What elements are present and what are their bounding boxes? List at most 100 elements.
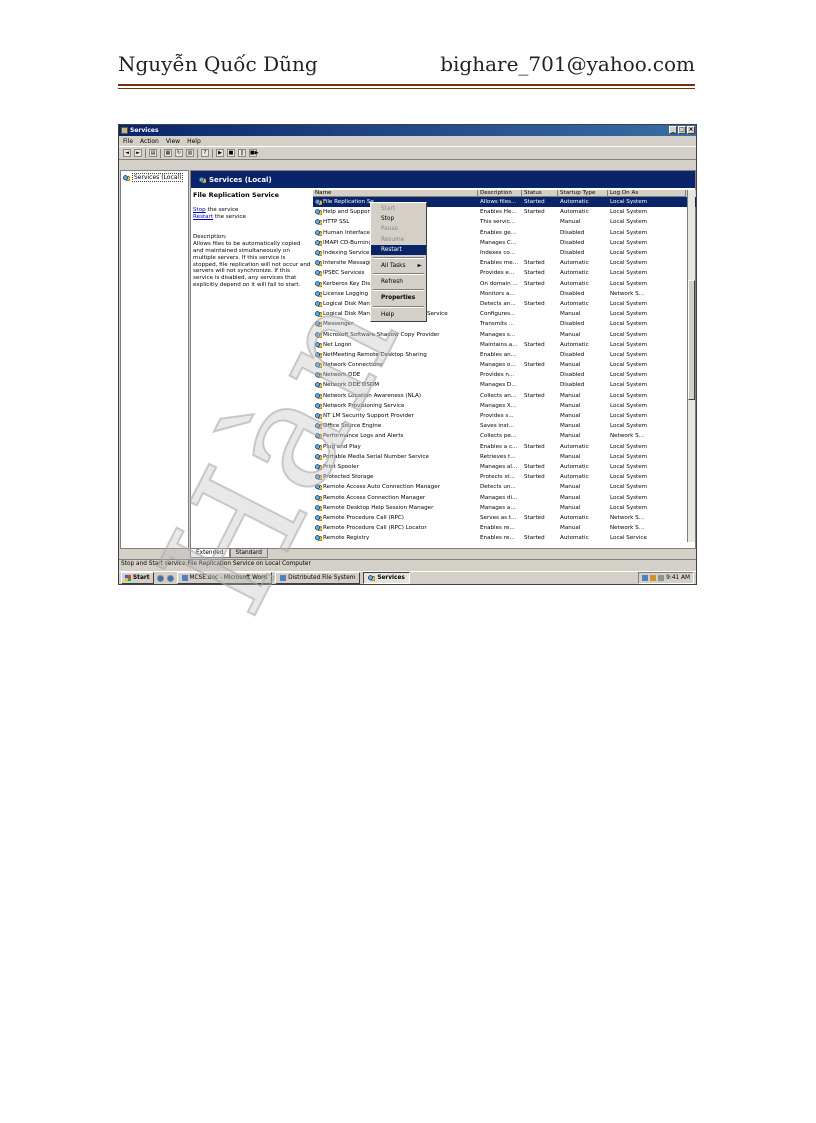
system-tray: 9:41 AM bbox=[638, 572, 694, 584]
back-icon[interactable]: ◄ bbox=[123, 149, 131, 157]
cell-description: Manages o... bbox=[480, 362, 516, 369]
cell-startup-type: Automatic bbox=[560, 474, 589, 481]
cell-status: Started bbox=[524, 443, 545, 450]
play-icon[interactable]: ▶ bbox=[216, 149, 224, 157]
stop-icon[interactable]: ■ bbox=[227, 149, 235, 157]
properties-icon[interactable]: ▦ bbox=[164, 149, 172, 157]
column-name[interactable]: Name bbox=[313, 190, 478, 197]
cell-startup-type: Manual bbox=[560, 525, 581, 532]
cell-description: Transmits ... bbox=[480, 321, 515, 328]
table-row[interactable]: Remote Procedure Call (RPC) Serves as t..… bbox=[313, 513, 696, 523]
cell-description: This servic... bbox=[480, 219, 516, 226]
toolbar-separator bbox=[212, 148, 213, 158]
service-name-text: IPSEC Services bbox=[323, 270, 365, 277]
language-icon[interactable] bbox=[650, 575, 657, 581]
volume-icon[interactable] bbox=[658, 575, 665, 581]
menu-item-all-tasks[interactable]: All Tasks ► bbox=[371, 261, 426, 271]
submenu-arrow-icon: ► bbox=[417, 262, 422, 269]
column-description[interactable]: Description bbox=[478, 190, 522, 197]
maximize-icon[interactable]: □ bbox=[678, 126, 686, 134]
table-row[interactable]: Remote Access Auto Connection Manager Det… bbox=[313, 482, 696, 492]
tree-item-label: Services (Local) bbox=[132, 173, 184, 182]
cell-log-on-as: Local System bbox=[610, 321, 648, 328]
cell-status: Started bbox=[524, 362, 545, 369]
help-icon[interactable]: ? bbox=[201, 149, 209, 157]
cell-startup-type: Disabled bbox=[560, 239, 585, 246]
start-button[interactable]: Start bbox=[121, 572, 154, 584]
console-tree-icon[interactable]: ▤ bbox=[149, 149, 157, 157]
pause-icon[interactable]: ‖ bbox=[238, 149, 246, 157]
cell-description: On domain ... bbox=[480, 280, 518, 287]
header-rule-bottom bbox=[118, 88, 695, 89]
restart-suffix: the service bbox=[213, 213, 246, 220]
minimize-icon[interactable]: _ bbox=[669, 126, 677, 134]
cell-description: Collects an... bbox=[480, 392, 517, 399]
cell-description: Protects st... bbox=[480, 474, 515, 481]
menu-item-refresh[interactable]: Refresh bbox=[371, 277, 426, 287]
menu-item-resume[interactable]: Resume bbox=[371, 235, 426, 245]
list-scrollbar[interactable] bbox=[687, 190, 695, 542]
menu-item-label: All Tasks bbox=[381, 262, 406, 269]
forward-icon[interactable]: ► bbox=[134, 149, 142, 157]
column-status[interactable]: Status bbox=[522, 190, 558, 197]
cell-description: Serves as t... bbox=[480, 514, 517, 521]
column-startup-type[interactable]: Startup Type bbox=[558, 190, 608, 197]
cell-description: Detects un... bbox=[480, 484, 516, 491]
menu-help[interactable]: Help bbox=[187, 138, 201, 145]
toolbar-separator bbox=[197, 148, 198, 158]
export-list-icon[interactable]: ▥ bbox=[186, 149, 194, 157]
cell-log-on-as: Local System bbox=[610, 474, 648, 481]
menu-bar: File Action View Help bbox=[119, 136, 696, 147]
cell-startup-type: Automatic bbox=[560, 260, 589, 267]
tree-item-services-local[interactable]: Services (Local) bbox=[121, 171, 188, 184]
column-log-on-as[interactable]: Log On As bbox=[608, 190, 686, 197]
network-icon[interactable] bbox=[642, 575, 649, 581]
cell-log-on-as: Local System bbox=[610, 453, 648, 460]
cell-startup-type: Manual bbox=[560, 494, 581, 501]
refresh-icon[interactable]: ↻ bbox=[175, 149, 183, 157]
menu-item-properties[interactable]: Properties bbox=[371, 293, 426, 303]
table-row[interactable]: Remote Access Connection Manager Manages … bbox=[313, 492, 696, 502]
cell-startup-type: Automatic bbox=[560, 209, 589, 216]
gear-icon bbox=[199, 176, 206, 183]
cell-status: Started bbox=[524, 341, 545, 348]
close-icon[interactable]: × bbox=[687, 126, 695, 134]
task-services[interactable]: Services bbox=[363, 572, 410, 584]
cell-startup-type: Automatic bbox=[560, 443, 589, 450]
cell-startup-type: Automatic bbox=[560, 341, 589, 348]
table-row[interactable]: Protected Storage Protects st... Started Au… bbox=[313, 472, 696, 482]
table-row[interactable]: Remote Procedure Call (RPC) Locator Enabl… bbox=[313, 523, 696, 533]
menu-action[interactable]: Action bbox=[140, 138, 159, 145]
menu-item-restart[interactable]: Restart bbox=[371, 244, 426, 255]
menu-item-pause[interactable]: Pause bbox=[371, 224, 426, 234]
table-row[interactable]: Remote Desktop Help Session Manager Manag… bbox=[313, 503, 696, 513]
cell-description: Allows files... bbox=[480, 199, 517, 206]
cell-log-on-as: Local System bbox=[610, 331, 648, 338]
cell-startup-type: Disabled bbox=[560, 372, 585, 379]
cell-log-on-as: Local System bbox=[610, 270, 648, 277]
list-header: Name Description Status Startup Type Log… bbox=[313, 190, 696, 197]
cell-startup-type: Automatic bbox=[560, 270, 589, 277]
author-email: bighare_701@yahoo.com bbox=[440, 52, 695, 76]
cell-description: Manages a... bbox=[480, 504, 516, 511]
cell-log-on-as: Network S... bbox=[610, 290, 645, 297]
cell-startup-type: Manual bbox=[560, 423, 581, 430]
gear-icon bbox=[315, 199, 322, 206]
table-row[interactable]: Remote Registry Enables re... Started Autom… bbox=[313, 533, 696, 543]
service-name-text: Indexing Service bbox=[323, 250, 370, 257]
window-titlebar[interactable]: Services _ □ × bbox=[119, 125, 696, 136]
stop-service-link[interactable]: Stop bbox=[193, 207, 206, 213]
menu-item-help[interactable]: Help bbox=[371, 310, 426, 320]
clock[interactable]: 9:41 AM bbox=[666, 575, 690, 581]
cell-description: Provides e... bbox=[480, 270, 515, 277]
menu-item-start[interactable]: Start bbox=[371, 204, 426, 214]
cell-log-on-as: Local Service bbox=[610, 535, 647, 542]
restart-icon[interactable]: ■▶ bbox=[249, 149, 259, 157]
cell-log-on-as: Local System bbox=[610, 199, 648, 206]
scrollbar-thumb[interactable] bbox=[688, 280, 695, 400]
menu-file[interactable]: File bbox=[123, 138, 133, 145]
menu-view[interactable]: View bbox=[166, 138, 180, 145]
restart-service-link[interactable]: Restart bbox=[193, 214, 213, 220]
cell-description: Enables re... bbox=[480, 535, 515, 542]
menu-item-stop[interactable]: Stop bbox=[371, 214, 426, 224]
